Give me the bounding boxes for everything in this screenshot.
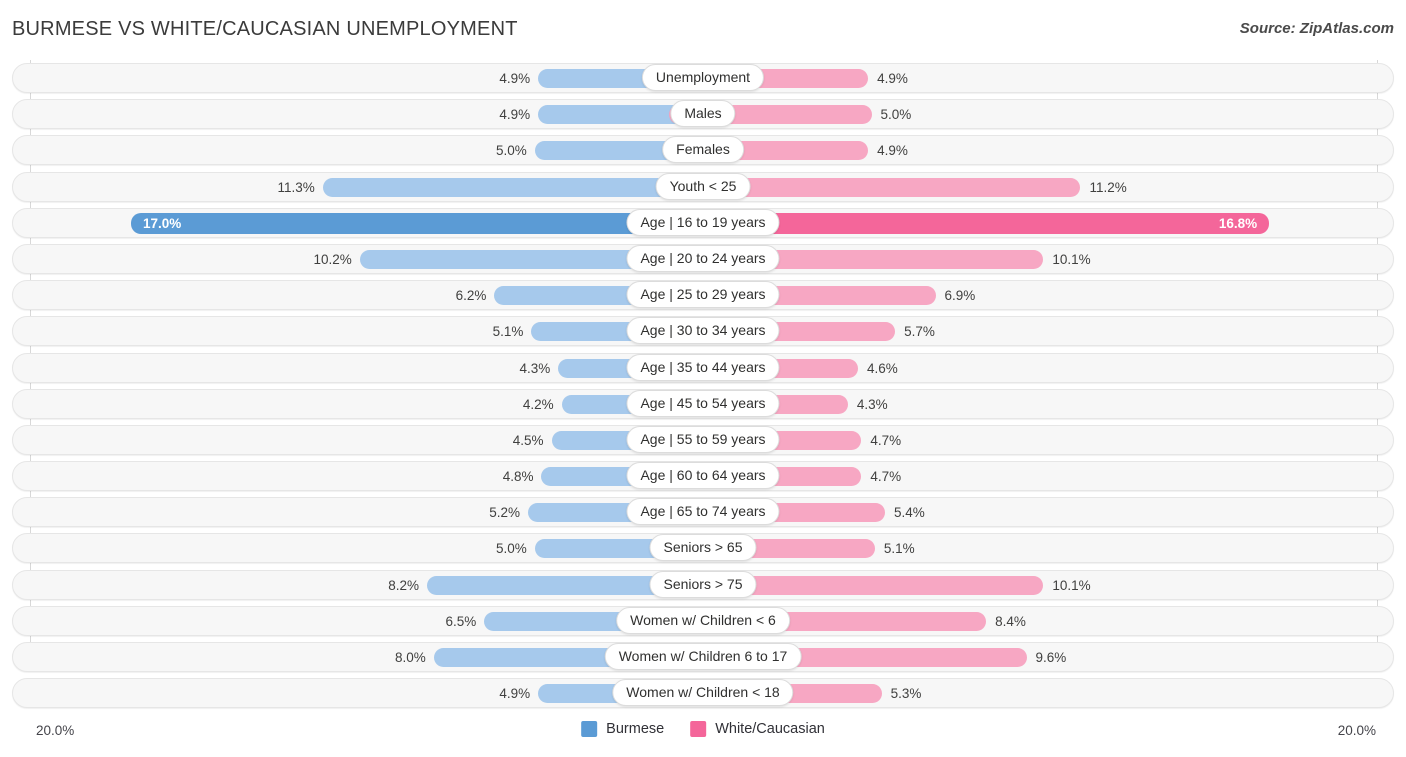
value-label-burmese: 8.0%	[395, 650, 426, 665]
value-label-white-caucasian: 9.6%	[1035, 650, 1067, 665]
chart-row: 4.3% 4.6% Age | 35 to 44 years	[0, 350, 1406, 386]
chart-row: 10.2% 10.1% Age | 20 to 24 years	[0, 241, 1406, 277]
axis-label-left: 20.0%	[36, 723, 75, 738]
category-label: Age | 16 to 19 years	[626, 208, 780, 236]
chart-row: 6.2% 6.9% Age | 25 to 29 years	[0, 277, 1406, 313]
value-label-burmese: 5.0%	[495, 541, 527, 557]
chart-row: 4.8% 4.7% Age | 60 to 64 years	[0, 458, 1406, 494]
value-label-burmese: 4.9%	[499, 71, 531, 86]
value-label-burmese: 4.5%	[512, 432, 544, 448]
value-label-burmese: 4.2%	[522, 396, 554, 412]
value-label-burmese: 5.1%	[492, 324, 524, 340]
chart-row: 5.1% 5.7% Age | 30 to 34 years	[0, 313, 1406, 349]
category-label: Women w/ Children < 18	[612, 679, 794, 707]
chart-row: 8.0% 9.6% Women w/ Children 6 to 17	[0, 639, 1406, 675]
legend-item: Burmese	[581, 721, 664, 737]
chart-row: 8.2% 10.1% Seniors > 75	[0, 567, 1406, 603]
chart-header: BURMESE VS WHITE/CAUCASIAN UNEMPLOYMENT …	[0, 0, 1406, 60]
value-label-white-caucasian: 4.9%	[877, 143, 908, 159]
chart-legend: Burmese White/Caucasian	[581, 721, 825, 737]
value-label-burmese: 5.0%	[495, 143, 527, 159]
value-label-white-caucasian: 5.0%	[880, 107, 912, 123]
chart-row: 5.2% 5.4% Age | 65 to 74 years	[0, 494, 1406, 530]
source-attribution: Source: ZipAtlas.com	[1239, 20, 1394, 37]
legend-swatch-icon	[581, 721, 598, 737]
chart-rows: 4.9% 4.9% Unemployment 4.9% 5.0% Males 5.0% 4.9…	[0, 60, 1406, 711]
value-label-white-caucasian: 5.7%	[904, 324, 935, 340]
value-label-white-caucasian: 6.9%	[944, 288, 976, 304]
value-label-white-caucasian: 4.9%	[877, 71, 908, 86]
chart-row: 5.0% 4.9% Females	[0, 132, 1406, 168]
value-label-white-caucasian: 4.7%	[870, 469, 902, 485]
value-label-white-caucasian: 10.1%	[1052, 251, 1091, 267]
category-label: Age | 65 to 74 years	[626, 498, 780, 526]
value-label-burmese: 4.3%	[519, 360, 551, 376]
value-label-burmese: 5.2%	[489, 505, 521, 521]
page-title: BURMESE VS WHITE/CAUCASIAN UNEMPLOYMENT	[12, 18, 518, 40]
category-label: Age | 20 to 24 years	[626, 244, 780, 272]
category-label: Age | 60 to 64 years	[626, 462, 780, 490]
value-label-white-caucasian: 5.3%	[890, 686, 922, 702]
chart-row: 4.9% 4.9% Unemployment	[0, 60, 1406, 96]
legend-item: White/Caucasian	[690, 721, 825, 737]
value-label-white-caucasian: 4.6%	[867, 360, 898, 376]
value-label-burmese: 17.0%	[142, 215, 182, 231]
value-label-white-caucasian: 5.4%	[893, 505, 925, 521]
chart-row: 11.3% 11.2% Youth < 25	[0, 169, 1406, 205]
category-label: Seniors > 65	[649, 534, 757, 562]
category-label: Women w/ Children < 6	[616, 606, 790, 634]
category-label: Seniors > 75	[649, 570, 757, 598]
value-label-burmese: 8.2%	[388, 577, 420, 593]
chart-row: 4.5% 4.7% Age | 55 to 59 years	[0, 422, 1406, 458]
category-label: Age | 25 to 29 years	[626, 281, 780, 309]
category-label: Youth < 25	[655, 172, 751, 200]
category-label: Age | 45 to 54 years	[626, 389, 780, 417]
value-label-white-caucasian: 16.8%	[1218, 215, 1258, 231]
chart-page: BURMESE VS WHITE/CAUCASIAN UNEMPLOYMENT …	[0, 0, 1406, 757]
chart-row: 5.0% 5.1% Seniors > 65	[0, 530, 1406, 566]
value-label-white-caucasian: 4.3%	[856, 396, 888, 412]
value-label-white-caucasian: 10.1%	[1052, 577, 1091, 593]
chart-plot-area: 4.9% 4.9% Unemployment 4.9% 5.0% Males 5.0% 4.9…	[0, 60, 1406, 715]
chart-row: 17.0% 16.8% Age | 16 to 19 years	[0, 205, 1406, 241]
chart-row: 4.2% 4.3% Age | 45 to 54 years	[0, 386, 1406, 422]
legend-swatch-icon	[690, 721, 707, 737]
value-label-white-caucasian: 4.7%	[870, 432, 902, 448]
value-label-white-caucasian: 5.1%	[883, 541, 915, 557]
value-label-burmese: 4.9%	[499, 686, 531, 702]
chart-footer: 20.0% 20.0% Burmese White/Caucasian	[0, 715, 1406, 757]
value-label-burmese: 11.3%	[277, 179, 315, 195]
value-label-burmese: 10.2%	[313, 251, 352, 267]
value-label-burmese: 6.2%	[455, 288, 487, 304]
category-label: Age | 30 to 34 years	[626, 317, 780, 345]
value-label-burmese: 4.8%	[502, 469, 534, 485]
category-label: Women w/ Children 6 to 17	[604, 643, 802, 670]
category-label: Age | 35 to 44 years	[626, 353, 780, 381]
value-label-white-caucasian: 8.4%	[995, 613, 1026, 629]
category-label: Age | 55 to 59 years	[626, 425, 780, 453]
value-label-burmese: 6.5%	[445, 613, 477, 629]
chart-row: 4.9% 5.0% Males	[0, 96, 1406, 132]
category-label: Males	[670, 100, 736, 128]
value-label-burmese: 4.9%	[499, 107, 531, 123]
chart-row: 4.9% 5.3% Women w/ Children < 18	[0, 675, 1406, 711]
legend-label: Burmese	[606, 721, 665, 737]
chart-row: 6.5% 8.4% Women w/ Children < 6	[0, 603, 1406, 639]
legend-label: White/Caucasian	[715, 721, 825, 737]
value-label-white-caucasian: 11.2%	[1089, 179, 1127, 195]
category-label: Unemployment	[641, 64, 765, 91]
axis-label-right: 20.0%	[1337, 723, 1376, 738]
category-label: Females	[662, 136, 744, 164]
